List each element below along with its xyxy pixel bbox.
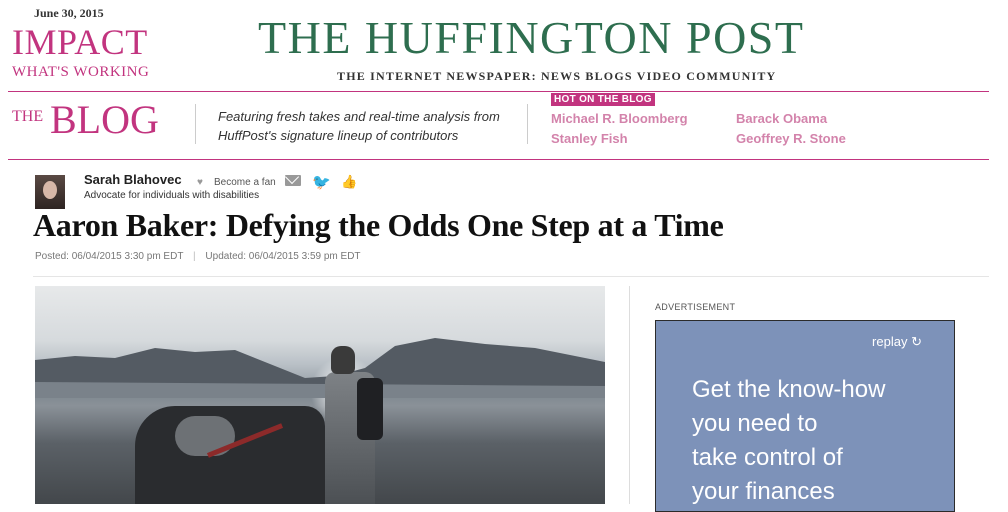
hot-on-blog-badge: HOT ON THE BLOG: [551, 93, 655, 106]
section-title[interactable]: IMPACT: [12, 24, 148, 60]
section-subtitle[interactable]: WHAT'S WORKING: [12, 64, 149, 81]
ad-line: take control of: [692, 444, 843, 471]
article-timestamps: Posted: 06/04/2015 3:30 pm EDT | Updated…: [35, 251, 361, 262]
posted-date: Posted: 06/04/2015 3:30 pm EDT: [35, 251, 184, 262]
ad-banner[interactable]: replay ↻ Get the know-how you need to ta…: [655, 320, 955, 512]
header-divider: [8, 91, 989, 92]
hot-link-bloomberg[interactable]: Michael R. Bloomberg: [551, 111, 688, 126]
sidebar-separator: [629, 286, 630, 504]
author-name[interactable]: Sarah Blahovec: [84, 172, 182, 187]
updated-date: Updated: 06/04/2015 3:59 pm EDT: [205, 251, 361, 262]
facebook-like-icon[interactable]: 👍: [341, 174, 357, 190]
photo-person-head: [331, 346, 355, 374]
headline-divider: [33, 276, 989, 277]
replay-icon: ↻: [911, 334, 922, 349]
author-avatar[interactable]: [35, 175, 65, 209]
ad-label: ADVERTISEMENT: [655, 302, 736, 312]
masthead-tagline: THE INTERNET NEWSPAPER: NEWS BLOGS VIDEO…: [337, 69, 777, 83]
email-icon[interactable]: [285, 175, 301, 186]
timestamp-separator: |: [193, 251, 196, 262]
ad-line: Get the know-how: [692, 376, 886, 403]
blog-bar-divider: [8, 159, 989, 160]
blog-description: Featuring fresh takes and real-time anal…: [218, 109, 500, 143]
become-fan-link[interactable]: Become a fan: [214, 177, 276, 188]
blog-logo-the[interactable]: THE: [12, 108, 43, 126]
hot-link-fish[interactable]: Stanley Fish: [551, 131, 628, 146]
ad-replay-button[interactable]: replay ↻: [872, 334, 922, 350]
ad-line: you need to: [692, 410, 818, 437]
ad-copy: Get the know-how you need to take contro…: [692, 373, 885, 509]
photo-stroller: [135, 406, 325, 504]
ad-replay-label: replay: [872, 334, 908, 349]
blog-bar-separator: [527, 104, 528, 144]
hot-link-obama[interactable]: Barack Obama: [736, 111, 827, 126]
blog-logo[interactable]: BLOG: [50, 97, 159, 143]
hot-link-stone[interactable]: Geoffrey R. Stone: [736, 131, 846, 146]
edition-date: June 30, 2015: [34, 6, 104, 20]
blog-bar-separator: [195, 104, 196, 144]
masthead-logo[interactable]: THE HUFFINGTON POST: [258, 14, 804, 62]
author-bio: Advocate for individuals with disabiliti…: [84, 190, 260, 201]
article-photo[interactable]: [35, 286, 605, 504]
article-headline: Aaron Baker: Defying the Odds One Step a…: [33, 207, 724, 243]
twitter-icon[interactable]: 🐦: [312, 173, 331, 191]
photo-backpack: [357, 378, 383, 440]
heart-icon[interactable]: ♥: [197, 177, 203, 188]
